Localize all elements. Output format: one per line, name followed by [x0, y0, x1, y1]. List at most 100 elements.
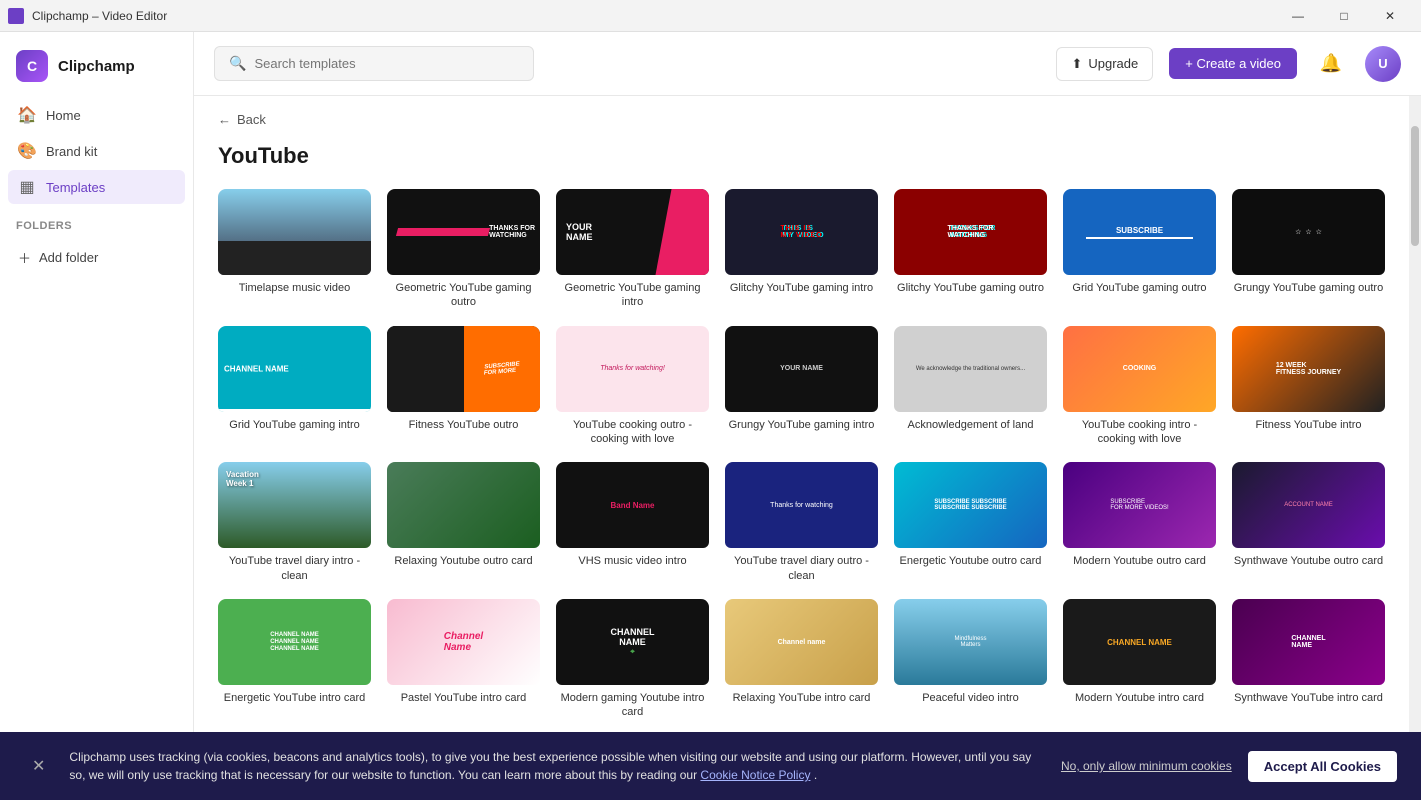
sidebar-item-home[interactable]: 🏠 Home — [8, 98, 185, 132]
template-thumb-18: Thanks for watching — [725, 462, 878, 548]
add-folder-label: Add folder — [39, 250, 98, 265]
titlebar-controls: — □ ✕ — [1275, 0, 1413, 32]
template-label-11: Grungy YouTube gaming intro — [725, 418, 878, 432]
template-label-17: VHS music video intro — [556, 554, 709, 568]
back-button[interactable]: ← Back — [218, 112, 266, 127]
template-label-4: Glitchy YouTube gaming intro — [725, 281, 878, 295]
cookie-min-button[interactable]: No, only allow minimum cookies — [1061, 759, 1232, 773]
close-button[interactable]: ✕ — [1367, 0, 1413, 32]
template-label-28: Synthwave YouTube intro card — [1232, 691, 1385, 705]
template-label-14: Fitness YouTube intro — [1232, 418, 1385, 432]
sidebar: C Clipchamp 🏠 Home 🎨 Brand kit ▦ Templat… — [0, 32, 194, 800]
template-card-12[interactable]: We acknowledge the traditional owners...… — [894, 326, 1047, 447]
logo: C Clipchamp — [0, 40, 193, 98]
template-thumb-12: We acknowledge the traditional owners... — [894, 326, 1047, 412]
template-label-6: Grid YouTube gaming outro — [1063, 281, 1216, 295]
template-card-10[interactable]: Thanks for watching! YouTube cooking outr… — [556, 326, 709, 447]
template-thumb-13: COOKING — [1063, 326, 1216, 412]
template-card-6[interactable]: SUBSCRIBE Grid YouTube gaming outro — [1063, 189, 1216, 310]
add-folder-button[interactable]: ＋ Add folder — [8, 240, 185, 275]
template-thumb-1 — [218, 189, 371, 275]
template-thumb-27: CHANNEL NAME — [1063, 599, 1216, 685]
template-card-15[interactable]: VacationWeek 1YouTube travel diary intro… — [218, 462, 371, 583]
scrollbar-thumb[interactable] — [1411, 126, 1419, 246]
template-card-14[interactable]: 12 WEEKFITNESS JOURNEY Fitness YouTube in… — [1232, 326, 1385, 447]
logo-text: Clipchamp — [58, 58, 135, 75]
section-title: YouTube — [218, 143, 1385, 169]
template-thumb-9: SUBSCRIBEFOR MORE — [387, 326, 540, 412]
template-card-1[interactable]: Timelapse music video — [218, 189, 371, 310]
template-thumb-16 — [387, 462, 540, 548]
template-thumb-6: SUBSCRIBE — [1063, 189, 1216, 275]
template-label-26: Peaceful video intro — [894, 691, 1047, 705]
home-icon: 🏠 — [18, 106, 36, 124]
template-card-19[interactable]: SUBSCRIBE SUBSCRIBESUBSCRIBE SUBSCRIBEEn… — [894, 462, 1047, 583]
template-card-13[interactable]: COOKINGYouTube cooking intro - cooking w… — [1063, 326, 1216, 447]
template-card-18[interactable]: Thanks for watchingYouTube travel diary … — [725, 462, 878, 583]
search-icon: 🔍 — [229, 55, 246, 72]
search-input[interactable] — [254, 56, 519, 71]
template-card-8[interactable]: CHANNEL NAME Grid YouTube gaming intro — [218, 326, 371, 447]
avatar[interactable]: U — [1365, 46, 1401, 82]
cookie-accept-button[interactable]: Accept All Cookies — [1248, 751, 1397, 782]
cookie-banner: ✕ Clipchamp uses tracking (via cookies, … — [0, 732, 1421, 800]
minimize-button[interactable]: — — [1275, 0, 1321, 32]
logo-icon: C — [16, 50, 48, 82]
cookie-policy-link[interactable]: Cookie Notice Policy — [700, 768, 810, 782]
template-thumb-4: THIS ISMY VIDEO — [725, 189, 878, 275]
scrollbar-track[interactable] — [1409, 96, 1421, 800]
template-card-22[interactable]: CHANNEL NAMECHANNEL NAMECHANNEL NAME Ener… — [218, 599, 371, 720]
folders-label: FOLDERS — [0, 204, 193, 240]
template-card-20[interactable]: SUBSCRIBEFOR MORE VIDEOS!Modern Youtube … — [1063, 462, 1216, 583]
template-thumb-2: THANKS FORWATCHING — [387, 189, 540, 275]
search-box[interactable]: 🔍 — [214, 46, 534, 81]
template-thumb-26: MindfulnessMatters — [894, 599, 1047, 685]
template-label-3: Geometric YouTube gaming intro — [556, 281, 709, 310]
template-card-2[interactable]: THANKS FORWATCHINGGeometric YouTube gami… — [387, 189, 540, 310]
template-card-23[interactable]: ChannelNamePastel YouTube intro card — [387, 599, 540, 720]
template-thumb-22: CHANNEL NAMECHANNEL NAMECHANNEL NAME — [218, 599, 371, 685]
sidebar-item-brand[interactable]: 🎨 Brand kit — [8, 134, 185, 168]
template-label-9: Fitness YouTube outro — [387, 418, 540, 432]
brand-icon: 🎨 — [18, 142, 36, 160]
template-label-22: Energetic YouTube intro card — [218, 691, 371, 705]
create-video-button[interactable]: + Create a video — [1169, 48, 1297, 79]
template-label-10: YouTube cooking outro - cooking with lov… — [556, 418, 709, 447]
maximize-button[interactable]: □ — [1321, 0, 1367, 32]
template-thumb-14: 12 WEEKFITNESS JOURNEY — [1232, 326, 1385, 412]
template-card-7[interactable]: ☆☆☆ Grungy YouTube gaming outro — [1232, 189, 1385, 310]
template-thumb-7: ☆☆☆ — [1232, 189, 1385, 275]
template-card-25[interactable]: Channel nameRelaxing YouTube intro card — [725, 599, 878, 720]
template-thumb-10: Thanks for watching! — [556, 326, 709, 412]
back-arrow-icon: ← — [218, 112, 231, 127]
back-label: Back — [237, 112, 266, 127]
template-thumb-25: Channel name — [725, 599, 878, 685]
template-label-8: Grid YouTube gaming intro — [218, 418, 371, 432]
cookie-text: Clipchamp uses tracking (via cookies, be… — [69, 748, 1045, 784]
template-card-16[interactable]: Relaxing Youtube outro card — [387, 462, 540, 583]
template-card-28[interactable]: CHANNELNAMESynthwave YouTube intro card — [1232, 599, 1385, 720]
template-thumb-19: SUBSCRIBE SUBSCRIBESUBSCRIBE SUBSCRIBE — [894, 462, 1047, 548]
template-card-24[interactable]: CHANNELNAME⌖Modern gaming Youtube intro … — [556, 599, 709, 720]
sidebar-item-label: Home — [46, 108, 81, 123]
sidebar-item-templates[interactable]: ▦ Templates — [8, 170, 185, 204]
sidebar-item-label: Templates — [46, 180, 105, 195]
template-card-5[interactable]: THANKS FORWATCHINGGlitchy YouTube gaming… — [894, 189, 1047, 310]
upgrade-button[interactable]: ⬆ Upgrade — [1056, 47, 1153, 81]
template-thumb-21: ACCOUNT NAME — [1232, 462, 1385, 548]
template-card-9[interactable]: SUBSCRIBEFOR MORE Fitness YouTube outro — [387, 326, 540, 447]
template-card-4[interactable]: THIS ISMY VIDEO Glitchy YouTube gaming in… — [725, 189, 878, 310]
template-label-7: Grungy YouTube gaming outro — [1232, 281, 1385, 295]
template-label-20: Modern Youtube outro card — [1063, 554, 1216, 568]
notifications-button[interactable]: 🔔 — [1313, 46, 1349, 82]
template-card-11[interactable]: YOUR NAMEGrungy YouTube gaming intro — [725, 326, 878, 447]
template-thumb-23: ChannelName — [387, 599, 540, 685]
template-card-27[interactable]: CHANNEL NAMEModern Youtube intro card — [1063, 599, 1216, 720]
template-card-3[interactable]: YOURNAMEGeometric YouTube gaming intro — [556, 189, 709, 310]
template-card-17[interactable]: Band NameVHS music video intro — [556, 462, 709, 583]
cookie-close-button[interactable]: ✕ — [24, 752, 53, 780]
upgrade-icon: ⬆ — [1071, 56, 1082, 72]
template-card-21[interactable]: ACCOUNT NAMESynthwave Youtube outro card — [1232, 462, 1385, 583]
template-thumb-8: CHANNEL NAME — [218, 326, 371, 412]
template-card-26[interactable]: MindfulnessMatters Peaceful video intro — [894, 599, 1047, 720]
